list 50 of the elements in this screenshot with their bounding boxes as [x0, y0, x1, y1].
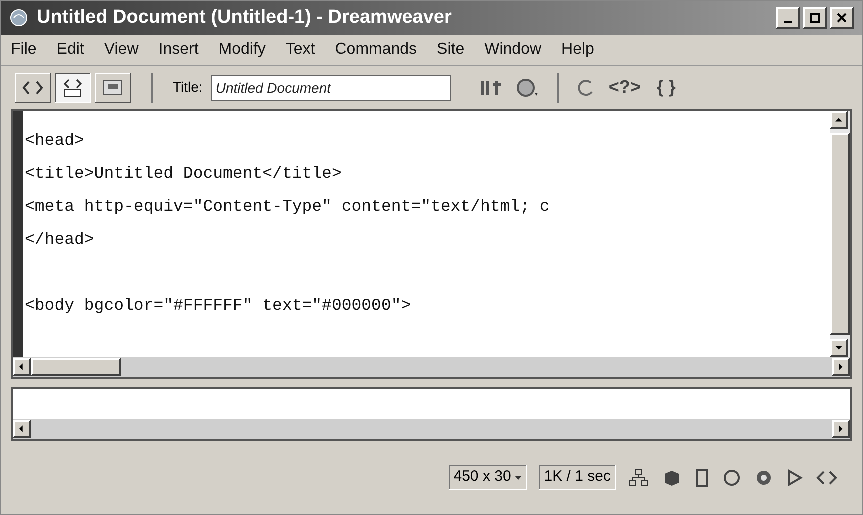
- menu-item[interactable]: Window: [484, 38, 542, 62]
- page-icon[interactable]: [694, 468, 710, 488]
- menu-item[interactable]: View: [104, 38, 139, 62]
- vertical-scrollbar[interactable]: [830, 111, 850, 357]
- code-line: <title>Untitled Document</title>: [25, 163, 342, 186]
- view-button[interactable]: [55, 72, 91, 102]
- menu-item[interactable]: Modify: [218, 38, 266, 62]
- toolbar-glyph-button[interactable]: { }: [652, 74, 680, 101]
- scroll-down-button[interactable]: [830, 339, 848, 357]
- globe-icon[interactable]: [514, 76, 541, 98]
- download-time: 1K / 1 sec: [539, 465, 616, 490]
- menu-item[interactable]: File: [11, 38, 37, 62]
- window-size-menu[interactable]: 450 x 30: [448, 465, 528, 490]
- maximize-icon: [810, 13, 820, 23]
- maximize-button[interactable]: [803, 7, 827, 29]
- title-label: Title:: [173, 78, 203, 97]
- site-map-icon[interactable]: [628, 468, 650, 488]
- window-title: Untitled Document (Untitled-1) - Dreamweaver: [37, 6, 452, 30]
- caret-icon: [515, 476, 522, 480]
- menu-item[interactable]: Text: [286, 38, 316, 62]
- code-line: <meta http-equiv="Content-Type" content="text/html; c: [25, 196, 550, 218]
- minimize-icon: [784, 21, 792, 23]
- scroll-thumb[interactable]: [31, 358, 121, 376]
- title-field[interactable]: Untitled Document: [210, 74, 451, 100]
- menu-item[interactable]: Site: [437, 38, 465, 62]
- horizontal-scrollbar[interactable]: [13, 357, 850, 377]
- app-icon: [9, 8, 29, 28]
- menu-item[interactable]: Help: [562, 38, 594, 62]
- menu-item[interactable]: Insert: [158, 38, 199, 62]
- design-view-icon: [102, 78, 124, 96]
- code-view-icon: [22, 78, 44, 96]
- menu-item[interactable]: Commands: [335, 38, 418, 62]
- scroll-up-button[interactable]: [830, 111, 848, 129]
- play-icon[interactable]: [786, 468, 804, 488]
- toolbar-glyph-button[interactable]: <?>: [604, 74, 645, 101]
- scroll-right-button[interactable]: [832, 358, 850, 376]
- code-line: <head>: [25, 130, 84, 152]
- code-line: </head>: [25, 229, 94, 252]
- code-line: <body bgcolor="#FFFFFF" text="#000000">: [25, 295, 412, 318]
- scroll-thumb[interactable]: [830, 133, 850, 335]
- menu-item[interactable]: Edit: [56, 38, 84, 62]
- split-view-icon: [62, 78, 84, 98]
- circle-icon[interactable]: [722, 468, 742, 488]
- scroll-right-button[interactable]: [832, 420, 850, 438]
- scroll-left-button[interactable]: [13, 358, 31, 376]
- horizontal-scrollbar[interactable]: [13, 419, 850, 439]
- minimize-button[interactable]: [776, 7, 800, 29]
- close-button[interactable]: [830, 7, 854, 29]
- scroll-left-button[interactable]: [13, 420, 31, 438]
- close-icon: [837, 13, 847, 23]
